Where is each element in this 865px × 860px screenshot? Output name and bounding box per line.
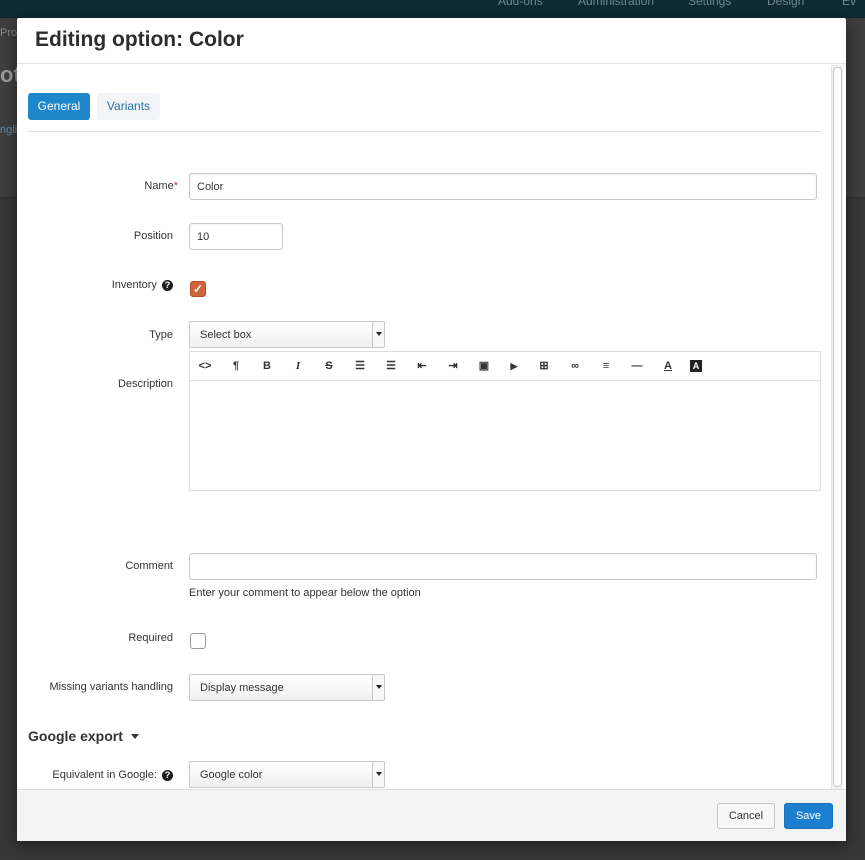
outdent-icon[interactable]: ⇤ [413,358,431,374]
unordered-list-icon[interactable]: ☰ [351,358,369,374]
bold-icon[interactable]: B [258,358,276,374]
required-label: Required [128,632,173,644]
bg-menu-ev: Ev [842,0,857,8]
missing-variants-label: Missing variants handling [49,681,173,693]
description-editor[interactable]: <> ¶ B I S ☰ ☰ ⇤ ⇥ ▣ ▶ ⊞ ∞ ≡ — A A [189,351,821,491]
table-icon[interactable]: ⊞ [535,358,553,374]
google-export-toggle[interactable]: Google export [28,728,139,744]
link-icon[interactable]: ∞ [566,358,584,374]
inventory-label: Inventory ? [17,279,173,291]
type-label: Type [149,329,173,341]
position-label: Position [133,230,173,242]
dialog-footer: Cancel Save [17,789,846,841]
comment-hint: Enter your comment to appear below the o… [189,587,421,599]
strikethrough-icon[interactable]: S [320,358,338,374]
description-content[interactable] [190,382,820,490]
caret-down-icon [130,734,139,739]
dialog-header: Editing option: Color [17,18,846,64]
bg-menu-settings: Settings [688,0,732,8]
inventory-checkbox[interactable]: ✓ [190,281,206,297]
google-equivalent-value: Google color [200,769,263,781]
dialog-title: Editing option: Color [35,28,244,51]
question-help-icon[interactable]: ? [162,280,173,291]
horizontal-rule-icon[interactable]: — [628,358,646,374]
tabs-divider [28,131,821,132]
chevron-down-icon [372,322,384,347]
comment-input[interactable] [189,553,817,580]
tab-variants[interactable]: Variants [97,93,160,120]
body-scrollbar[interactable] [831,65,843,789]
edit-option-dialog: Editing option: Color General Variants N… [17,18,846,841]
editor-toolbar: <> ¶ B I S ☰ ☰ ⇤ ⇥ ▣ ▶ ⊞ ∞ ≡ — A A [190,352,820,381]
bg-menu-administration: Administration [578,0,655,8]
bg-menu-addons: Add-ons [498,0,543,8]
html-code-icon[interactable]: <> [196,358,214,374]
font-color-icon[interactable]: A [659,358,677,374]
chevron-down-icon [372,762,384,787]
question-help-icon[interactable]: ? [162,770,173,781]
video-icon[interactable]: ▶ [505,358,523,374]
scrollbar-thumb[interactable] [833,67,842,787]
align-icon[interactable]: ≡ [597,358,615,374]
chevron-down-icon [372,675,384,700]
cancel-button[interactable]: Cancel [717,803,775,829]
missing-variants-select[interactable]: Display message [189,674,385,701]
google-export-title: Google export [28,728,123,744]
google-equivalent-label: Equivalent in Google: ? [17,769,173,781]
tab-general[interactable]: General [28,93,90,120]
name-input[interactable]: Color [189,173,817,200]
background-color-icon[interactable]: A [690,360,702,372]
bg-menu-design: Design [767,0,805,8]
type-select[interactable]: Select box [189,321,385,348]
required-asterisk: * [173,180,178,192]
type-select-value: Select box [200,329,252,341]
save-button[interactable]: Save [784,803,833,829]
dialog-body: General Variants Name* Color Position 10… [17,65,846,789]
ordered-list-icon[interactable]: ☰ [382,358,400,374]
italic-icon[interactable]: I [289,358,307,374]
required-checkbox[interactable] [190,633,206,649]
indent-icon[interactable]: ⇥ [444,358,462,374]
google-equivalent-select[interactable]: Google color [189,761,385,788]
name-label: Name* [144,180,178,192]
background-admin-topbar: Add-ons Administration Settings Design E… [0,0,865,18]
comment-label: Comment [125,560,173,572]
description-label: Description [117,378,173,390]
image-icon[interactable]: ▣ [475,358,493,374]
position-input[interactable]: 10 [189,223,283,250]
paragraph-icon[interactable]: ¶ [227,358,245,374]
missing-variants-value: Display message [200,682,284,694]
